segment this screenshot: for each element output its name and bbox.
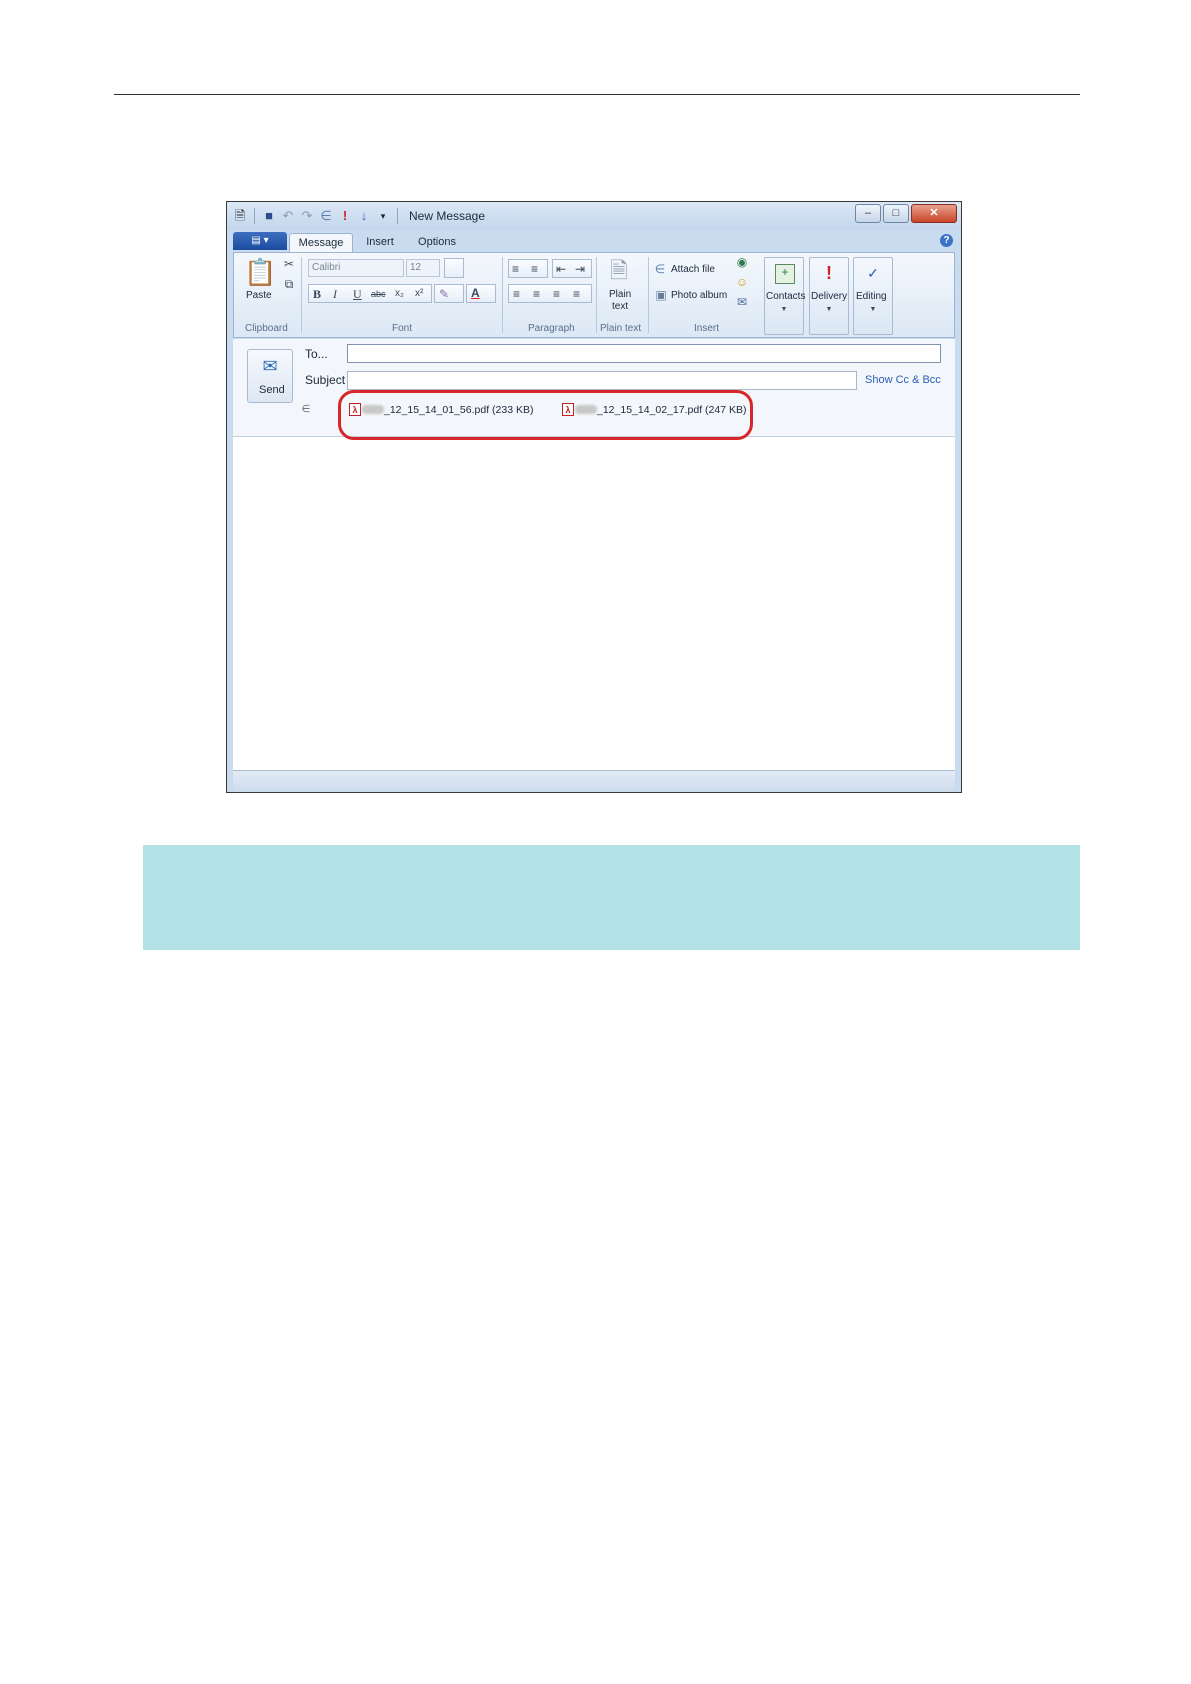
contacts-label: Contacts	[766, 291, 806, 302]
font-color-icon: A	[471, 286, 480, 300]
plain-text-icon[interactable]: 🗎	[608, 257, 630, 285]
underline-icon[interactable]: U	[353, 287, 362, 301]
photo-album-icon: ▣	[655, 288, 667, 302]
window-controls: – □ ✕	[855, 204, 957, 223]
font-group-label: Font	[392, 323, 413, 334]
bullet-list-icon[interactable]: ≡	[531, 262, 538, 276]
subject-field[interactable]	[347, 371, 857, 390]
paperclip-icon: ∈	[301, 404, 311, 415]
alignment-buttons: ≡ ≡ ≡ ≡	[508, 284, 592, 303]
window-title: New Message	[409, 209, 486, 223]
copy-icon[interactable]: ⧉	[282, 277, 296, 291]
delivery-label: Delivery	[811, 291, 848, 302]
quick-access-toolbar: 🗎 ■ ↶ ↷ ∈ ! ↓ ▾	[233, 208, 400, 224]
editing-label: Editing	[856, 291, 887, 302]
app-menu-button[interactable]: ▤ ▾	[233, 232, 287, 250]
message-body[interactable]	[233, 437, 955, 770]
delivery-button[interactable]: ! Delivery ▼	[809, 257, 849, 335]
clipboard-group-label: Clipboard	[245, 323, 288, 334]
editing-button[interactable]: ✓ Editing ▼	[853, 257, 893, 335]
format-painter-button[interactable]	[444, 258, 464, 278]
increase-indent-icon[interactable]: ⇥	[575, 262, 585, 276]
paste-icon[interactable]: 📋	[244, 257, 276, 287]
undo-icon[interactable]: ↶	[281, 208, 295, 224]
signature-icon[interactable]: ✉	[734, 295, 750, 311]
separator	[254, 208, 255, 224]
help-icon[interactable]: ?	[940, 234, 953, 247]
chevron-down-icon: ▼	[780, 306, 788, 313]
title-bar: 🗎 ■ ↶ ↷ ∈ ! ↓ ▾ New Message – □ ✕	[227, 202, 961, 230]
tab-options[interactable]: Options	[411, 233, 463, 252]
highlighter-icon: ✎	[439, 287, 450, 301]
minimize-button[interactable]: –	[855, 204, 881, 223]
high-priority-icon[interactable]: !	[338, 208, 352, 224]
highlight-button[interactable]: ✎	[434, 284, 464, 303]
tab-message[interactable]: Message	[289, 233, 353, 253]
attachment-highlight-oval	[338, 390, 753, 440]
strikethrough-icon[interactable]: abc	[371, 287, 386, 301]
show-cc-bcc-link[interactable]: Show Cc & Bcc	[865, 374, 941, 386]
contacts-button[interactable]: + Contacts ▼	[764, 257, 806, 335]
chevron-down-icon: ▼	[869, 306, 877, 313]
plain-text-label-line2[interactable]: text	[612, 301, 628, 312]
new-message-window: 🗎 ■ ↶ ↷ ∈ ! ↓ ▾ New Message – □ ✕ ▤ ▾ Me…	[226, 201, 962, 793]
bold-icon[interactable]: B	[313, 287, 321, 301]
numbered-list-icon[interactable]: ≡	[512, 262, 519, 276]
page-top-rule	[114, 94, 1080, 95]
align-right-icon[interactable]: ≡	[553, 287, 560, 301]
font-size-select[interactable]: 12	[406, 259, 440, 277]
chevron-down-icon: ▼	[825, 306, 833, 313]
attach-file-button[interactable]: Attach file	[671, 264, 715, 275]
group-separator	[596, 257, 597, 333]
maximize-button[interactable]: □	[883, 204, 909, 223]
contacts-icon: +	[775, 264, 795, 284]
group-separator	[648, 257, 649, 333]
paperclip-icon: ∈	[654, 262, 666, 276]
decrease-indent-icon[interactable]: ⇤	[556, 262, 566, 276]
spelling-check-icon: ✓	[867, 265, 879, 281]
plain-text-group-label: Plain text	[600, 323, 642, 334]
group-separator	[502, 257, 503, 333]
photo-album-button[interactable]: Photo album	[671, 290, 727, 301]
low-priority-icon[interactable]: ↓	[357, 208, 371, 224]
indent-buttons: ⇤ ⇥	[552, 259, 592, 278]
font-format-buttons: B I U abc x₂ x²	[308, 284, 432, 303]
font-color-button[interactable]: A	[466, 284, 496, 303]
align-center-icon[interactable]: ≡	[533, 287, 540, 301]
superscript-icon[interactable]: x²	[415, 287, 423, 301]
paperclip-icon[interactable]: ∈	[319, 208, 333, 224]
send-label: Send	[259, 384, 285, 396]
paste-button[interactable]: Paste	[246, 290, 272, 301]
paragraph-group-label: Paragraph	[528, 323, 575, 334]
list-buttons: ≡ ≡	[508, 259, 548, 278]
separator	[397, 208, 398, 224]
font-family-select[interactable]: Calibri	[308, 259, 404, 277]
tab-insert[interactable]: Insert	[357, 233, 403, 252]
justify-icon[interactable]: ≡	[573, 287, 580, 301]
send-icon: ✉	[262, 356, 278, 376]
chevron-down-icon[interactable]: ▾	[376, 208, 390, 224]
ribbon-tabs: ▤ ▾ Message Insert Options ?	[233, 230, 955, 253]
to-field[interactable]	[347, 344, 941, 363]
subscript-icon[interactable]: x₂	[395, 287, 404, 301]
save-icon[interactable]: ■	[262, 208, 276, 224]
subject-label: Subject	[305, 373, 346, 387]
insert-group-label: Insert	[694, 323, 720, 334]
italic-icon[interactable]: I	[333, 287, 337, 301]
close-button[interactable]: ✕	[911, 204, 957, 223]
cut-icon[interactable]: ✂	[282, 257, 296, 271]
document-icon[interactable]: 🗎	[233, 208, 247, 224]
to-label[interactable]: To...	[305, 347, 328, 361]
globe-icon[interactable]: ◉	[734, 255, 750, 271]
send-button[interactable]: ✉ Send	[247, 349, 293, 403]
ribbon: 📋 Paste ✂ ⧉ Clipboard Calibri 12 B I U a…	[233, 252, 955, 338]
status-bar	[233, 770, 955, 791]
redo-icon[interactable]: ↷	[300, 208, 314, 224]
align-left-icon[interactable]: ≡	[513, 287, 520, 301]
exclamation-icon: !	[826, 263, 832, 283]
plain-text-label-line1[interactable]: Plain	[609, 289, 631, 300]
group-separator	[301, 257, 302, 333]
emoticon-icon[interactable]: ☺	[734, 275, 750, 291]
note-box	[143, 845, 1080, 950]
